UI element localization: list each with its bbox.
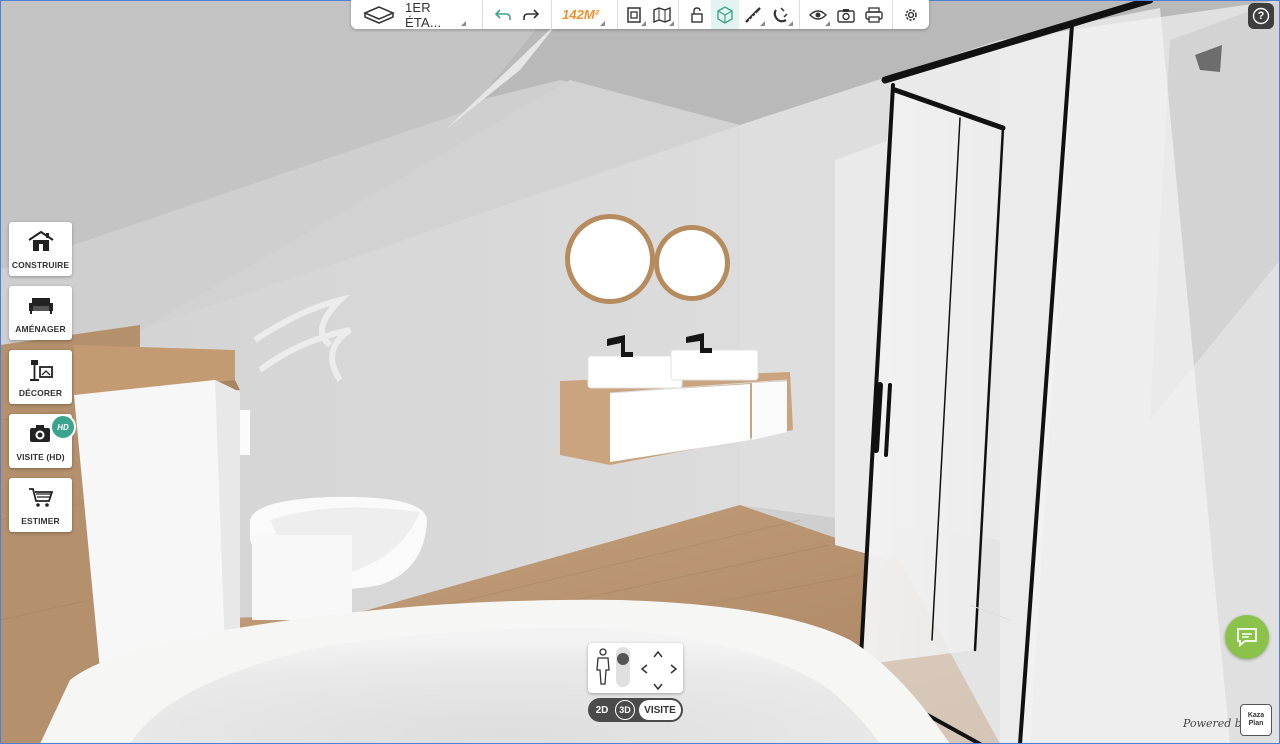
- sidebar-item-label: DÉCORER: [18, 388, 63, 398]
- plan-button[interactable]: [620, 0, 648, 29]
- sidebar-item-label: VISITE (HD): [16, 452, 65, 462]
- eye-icon: [809, 9, 827, 20]
- sidebar-item-estimer[interactable]: ESTIMER: [9, 478, 72, 532]
- edit-tools-group: [679, 0, 800, 29]
- powered-by-text: Powered by: [1183, 717, 1249, 730]
- ruler-icon: [745, 6, 761, 23]
- floor-icon: [363, 5, 395, 25]
- sidebar-item-construire[interactable]: CONSTRUIRE: [9, 222, 72, 276]
- view-visite-button[interactable]: VISITE: [639, 700, 681, 720]
- top-toolbar: 1ER ÉTA... 142M²: [351, 0, 929, 30]
- sidebar-item-label: CONSTRUIRE: [11, 260, 70, 270]
- printer-icon: [865, 6, 883, 23]
- area-button[interactable]: 142M²: [562, 0, 607, 29]
- map-icon: [653, 6, 671, 23]
- view-2d-button[interactable]: 2D: [589, 700, 615, 720]
- sidebar-item-label: AMÉNAGER: [15, 324, 66, 334]
- redo-button[interactable]: [517, 0, 545, 29]
- arrow-left-icon[interactable]: [639, 662, 649, 680]
- magnet-button[interactable]: [767, 0, 795, 29]
- help-label: ?: [1257, 10, 1265, 22]
- unlock-icon: [691, 6, 703, 23]
- cube-icon: [717, 5, 733, 24]
- floor-label: 1ER ÉTA...: [405, 0, 442, 30]
- view-mode-switch: 2D 3D VISITE: [588, 698, 683, 722]
- 3d-scene-viewport[interactable]: [0, 0, 1280, 744]
- view-tools-group: [800, 0, 893, 29]
- settings-button[interactable]: [897, 0, 925, 29]
- chat-button[interactable]: [1225, 615, 1269, 659]
- sidebar-item-label: ESTIMER: [21, 516, 60, 526]
- plan-view-group: [618, 0, 679, 29]
- history-group: [483, 0, 553, 29]
- cart-icon: [27, 486, 55, 513]
- redo-icon: [523, 8, 540, 20]
- magnet-icon: [773, 6, 788, 22]
- settings-group: [893, 0, 929, 29]
- person-icon[interactable]: [594, 648, 612, 691]
- arrow-down-icon[interactable]: [652, 679, 664, 697]
- arrow-right-icon[interactable]: [669, 662, 679, 680]
- sofa-icon: [27, 294, 55, 321]
- area-group: 142M²: [552, 0, 618, 29]
- visibility-button[interactable]: [804, 0, 832, 29]
- navigation-pad: [588, 643, 683, 693]
- snapshot-button[interactable]: [832, 0, 860, 29]
- undo-button[interactable]: [489, 0, 517, 29]
- measure-button[interactable]: [739, 0, 767, 29]
- slider-handle-icon: [617, 653, 629, 665]
- floor-selector[interactable]: 1ER ÉTA...: [351, 0, 484, 30]
- sidebar-item-decorer[interactable]: DÉCORER: [9, 350, 72, 404]
- 3d-box-button[interactable]: [711, 0, 739, 29]
- view-3d-button[interactable]: 3D: [615, 700, 635, 720]
- sidebar-item-visite-hd[interactable]: HD VISITE (HD): [9, 414, 76, 468]
- arrow-up-icon[interactable]: [652, 646, 664, 664]
- lock-button[interactable]: [683, 0, 711, 29]
- floor-dropdown-indicator: [460, 0, 468, 29]
- logo-line-2: Plan: [1248, 720, 1264, 727]
- gear-icon: [905, 8, 917, 21]
- sidebar-item-amenager[interactable]: AMÉNAGER: [9, 286, 72, 340]
- house-icon: [27, 230, 55, 257]
- map-button[interactable]: [648, 0, 676, 29]
- kazaplan-logo[interactable]: Kaza Plan: [1240, 704, 1272, 736]
- undo-icon: [495, 8, 511, 20]
- chat-icon: [1237, 628, 1257, 647]
- print-button[interactable]: [860, 0, 888, 29]
- help-button[interactable]: ?: [1248, 3, 1274, 29]
- lamp-frame-icon: [27, 358, 55, 387]
- area-label: 142M²: [562, 7, 599, 22]
- plan-icon: [627, 6, 641, 23]
- height-slider[interactable]: [616, 647, 630, 687]
- hd-badge: HD: [50, 414, 76, 440]
- camera-icon: [837, 8, 855, 23]
- logo-line-1: Kaza: [1247, 712, 1265, 719]
